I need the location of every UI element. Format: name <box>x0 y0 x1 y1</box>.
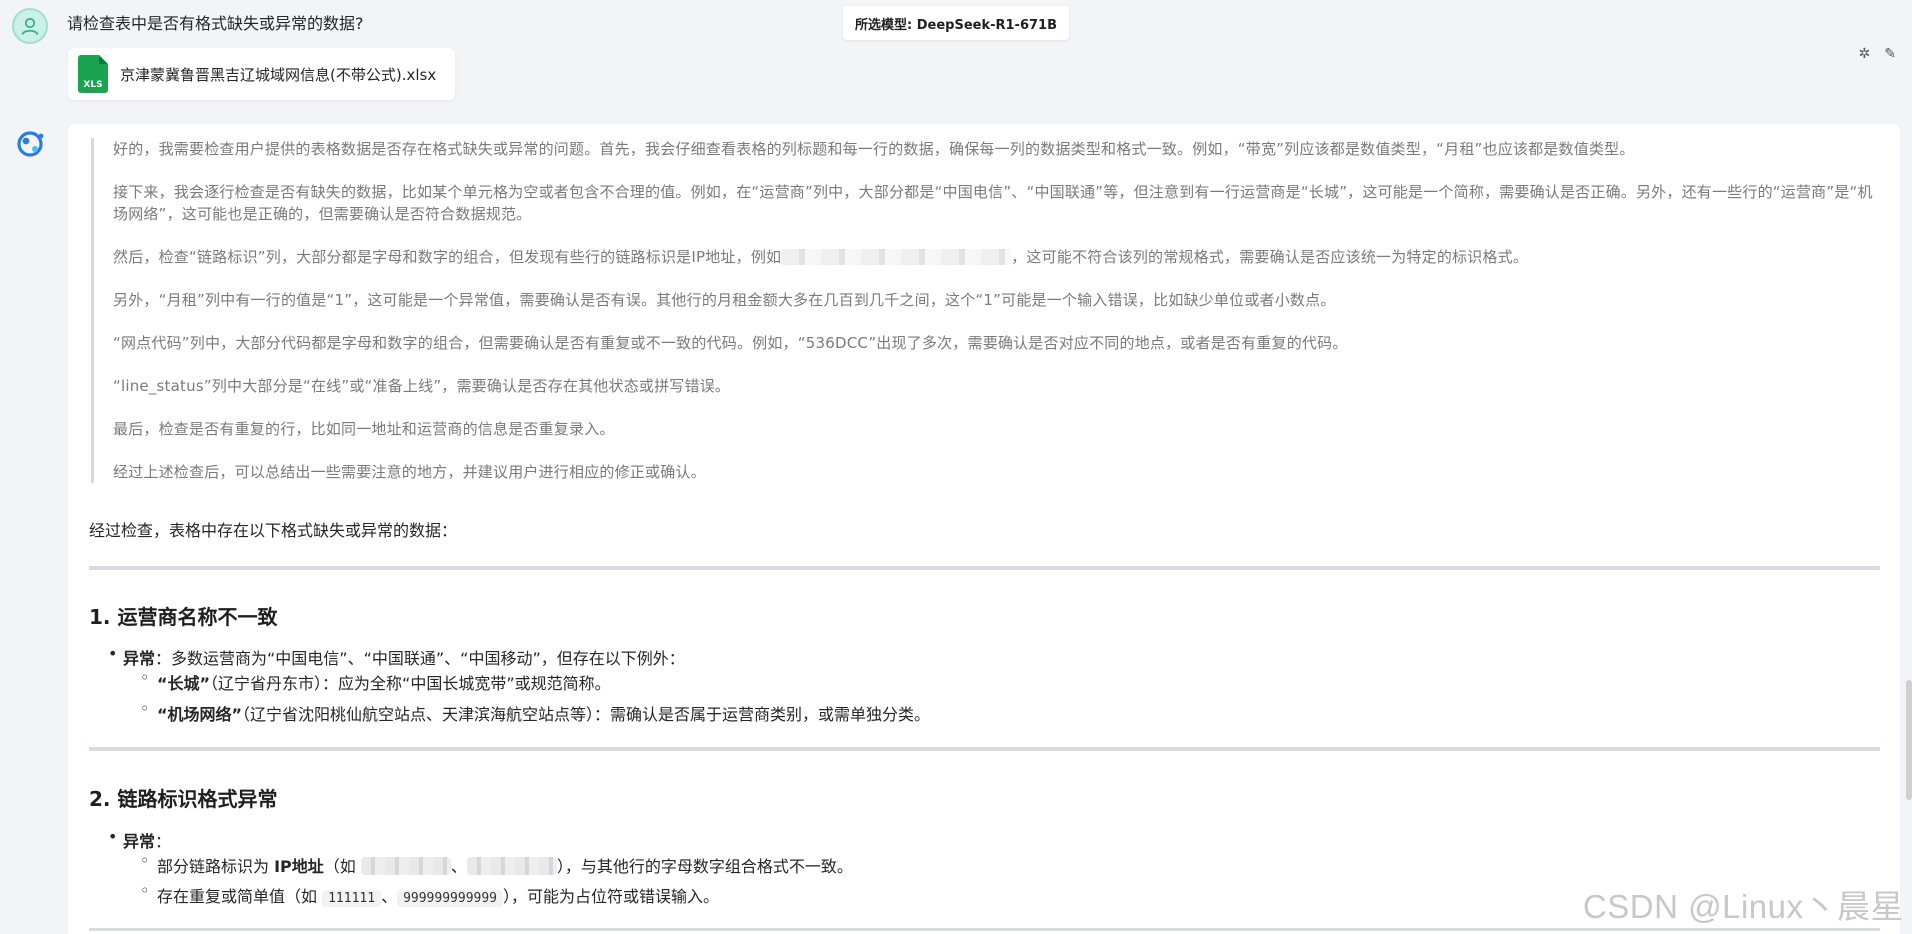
list-item: 存在重复或简单值（如 111111、999999999999），可能为占位符或错… <box>140 881 720 907</box>
list-item: 异常：多数运营商为“中国电信”、“中国联通”、“中国移动”，但存在以下例外： <box>108 644 685 669</box>
user-question: 请检查表中是否有格式缺失或异常的数据? <box>67 14 364 33</box>
redacted-code <box>466 857 557 875</box>
bullet-label: IP地址 <box>274 857 324 876</box>
section-title: 1. 运营商名称不一致 <box>89 605 278 629</box>
list-item: “机场网络”（辽宁省沈阳桃仙航空站点、天津滨海航空站点等）：需确认是否属于运营商… <box>140 699 931 725</box>
divider <box>89 928 1880 931</box>
scrollbar[interactable] <box>1906 680 1912 800</box>
answer-summary: 经过检查，表格中存在以下格式缺失或异常的数据： <box>89 521 458 540</box>
message-actions: ✲ ✎ <box>1859 46 1896 62</box>
thinking-text: 然后，检查“链路标识”列，大部分都是字母和数字的组合，但发现有些行的链路标识是I… <box>113 248 782 266</box>
bullet-label: “机场网络” <box>157 705 243 724</box>
divider <box>89 566 1880 570</box>
thinking-paragraph: 另外，“月租”列中有一行的值是“1”，这可能是一个异常值，需要确认是否有误。其他… <box>113 291 1336 309</box>
thinking-paragraph: 经过上述检查后，可以总结出一些需要注意的地方，并建议用户进行相应的修正或确认。 <box>113 463 706 481</box>
watermark: CSDN @Linux丶晨星 <box>1582 888 1904 925</box>
xls-icon-label: XLS <box>83 80 103 90</box>
list-item: “长城”（辽宁省丹东市）：应为全称“中国长城宽带”或规范简称。 <box>140 668 611 694</box>
thinking-paragraph: 好的，我需要检查用户提供的表格数据是否存在格式缺失或异常的问题。首先，我会仔细查… <box>113 140 1635 158</box>
user-avatar <box>12 8 48 44</box>
thinking-paragraph: “网点代码”列中，大部分代码都是字母和数字的组合，但需要确认是否有重复或不一致的… <box>113 334 1348 352</box>
bullet-text: 、 <box>381 887 398 906</box>
section-title: 2. 链路标识格式异常 <box>89 787 278 811</box>
model-selector[interactable]: 所选模型: DeepSeek-R1-671B <box>843 6 1069 40</box>
bullet-text: ：多数运营商为“中国电信”、“中国联通”、“中国移动”，但存在以下例外： <box>155 649 685 668</box>
user-icon <box>21 17 39 35</box>
bullet-text: 存在重复或简单值（如 <box>157 887 323 906</box>
bullet-text: ），可能为占位符或错误输入。 <box>503 887 720 906</box>
divider <box>89 747 1880 751</box>
bullet-label: 异常 <box>123 649 156 668</box>
bullet-text: ），与其他行的字母数字组合格式不一致。 <box>556 857 853 876</box>
bullet-text: （如 <box>323 857 361 876</box>
thinking-block: 好的，我需要检查用户提供的表格数据是否存在格式缺失或异常的问题。首先，我会仔细查… <box>91 138 1886 483</box>
bullet-text: （辽宁省沈阳桃仙航空站点、天津滨海航空站点等）：需确认是否属于运营商类别，或需单… <box>242 705 931 724</box>
bullet-label: “长城” <box>157 674 211 693</box>
inline-code: 999999999999 <box>397 890 503 907</box>
edit-icon[interactable]: ✎ <box>1884 46 1896 62</box>
attachment-card[interactable]: XLS 京津蒙冀鲁晋黑吉辽城域网信息(不带公式).xlsx <box>68 48 455 100</box>
assistant-avatar <box>14 127 48 161</box>
redacted-ip <box>781 249 1012 265</box>
thinking-text: ，这可能不符合该列的常规格式，需要确认是否应该统一为特定的标识格式。 <box>1011 248 1529 266</box>
thinking-paragraph: 最后，检查是否有重复的行，比如同一地址和运营商的信息是否重复录入。 <box>113 420 615 438</box>
inline-code: 111111 <box>322 890 382 907</box>
bullet-label: 异常 <box>123 832 156 851</box>
bullet-text: （辽宁省丹东市）：应为全称“中国长城宽带”或规范简称。 <box>210 674 611 693</box>
thinking-paragraph: “line_status”列中大部分是“在线”或“准备上线”，需要确认是否存在其… <box>113 377 731 395</box>
list-item: 部分链路标识为 IP地址（如 、 ），与其他行的字母数字组合格式不一致。 <box>140 851 853 877</box>
list-item: 异常： <box>108 827 172 852</box>
sparkle-icon[interactable]: ✲ <box>1859 46 1871 62</box>
xls-file-icon: XLS <box>78 55 108 93</box>
thinking-paragraph: 接下来，我会逐行检查是否有缺失的数据，比如某个单元格为空或者包含不合理的值。例如… <box>113 183 1873 223</box>
bullet-text: 部分链路标识为 <box>157 857 275 876</box>
bullet-text: 、 <box>450 857 467 876</box>
bullet-text: ： <box>155 832 172 851</box>
assistant-logo-icon <box>17 131 44 157</box>
thinking-paragraph: 然后，检查“链路标识”列，大部分都是字母和数字的组合，但发现有些行的链路标识是I… <box>113 246 1886 268</box>
attachment-file-name: 京津蒙冀鲁晋黑吉辽城域网信息(不带公式).xlsx <box>120 65 437 84</box>
redacted-code <box>360 857 451 875</box>
